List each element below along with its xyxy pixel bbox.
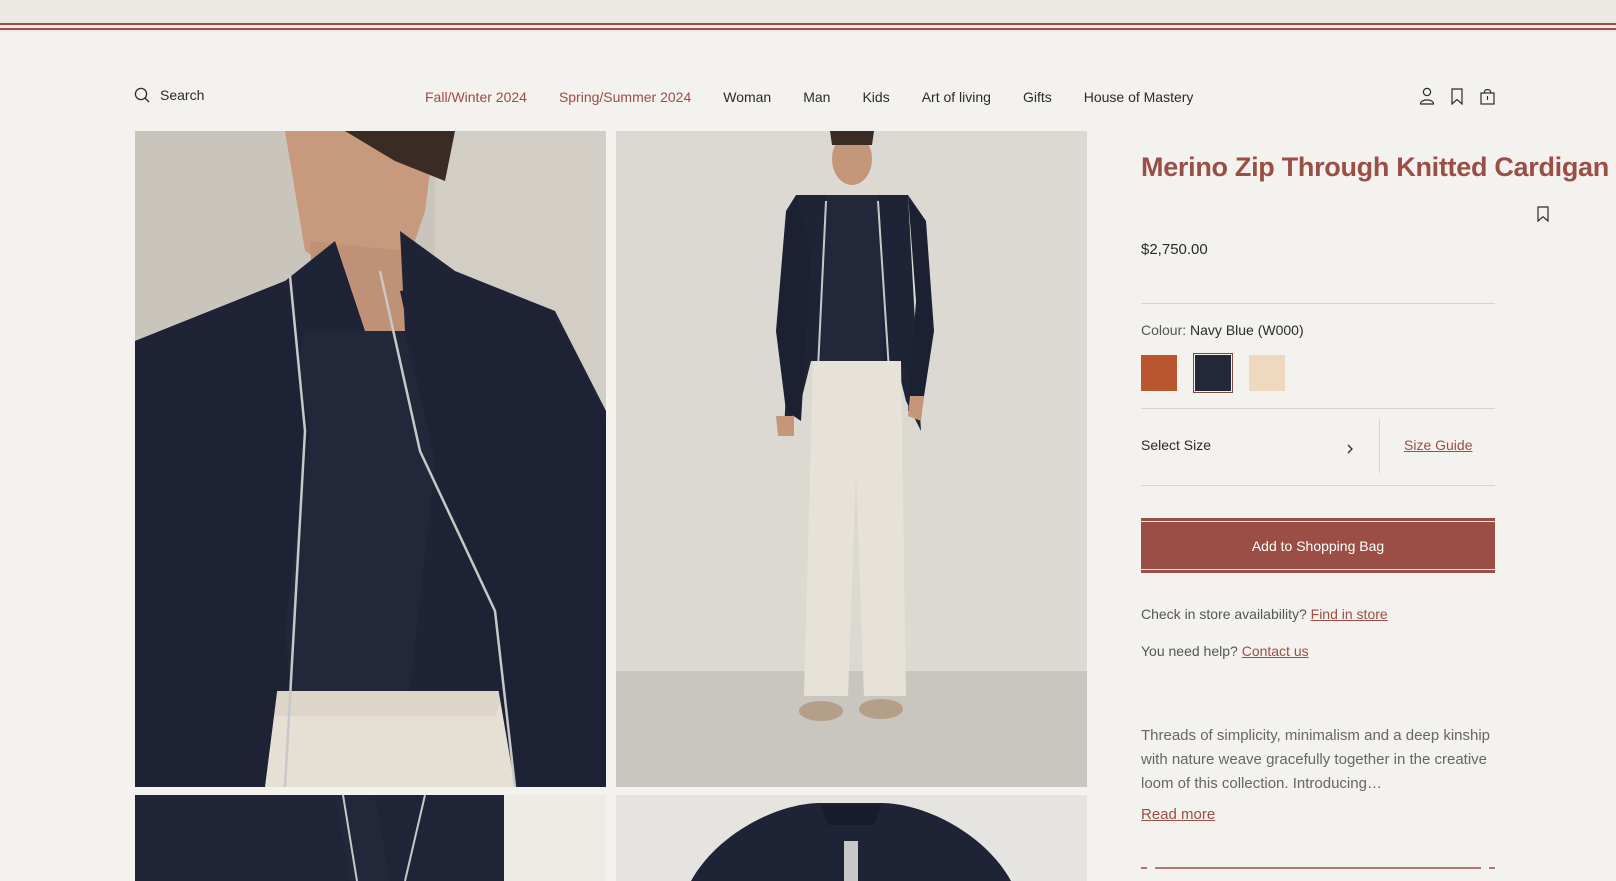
colour-label: Colour: <box>1141 322 1187 338</box>
photo-model-closeup <box>135 131 606 787</box>
accordion-divider <box>1141 867 1495 869</box>
vertical-divider <box>1379 419 1380 473</box>
swatch-navy[interactable] <box>1193 353 1233 393</box>
read-more-link[interactable]: Read more <box>1141 806 1215 823</box>
photo-flatlay-collar <box>616 795 1087 881</box>
find-in-store-link[interactable]: Find in store <box>1311 606 1388 622</box>
main-nav: Fall/Winter 2024 Spring/Summer 2024 Woma… <box>425 89 1193 105</box>
chevron-right-icon[interactable] <box>1346 442 1354 460</box>
banner-line <box>0 28 1616 30</box>
button-accent-line <box>1141 521 1495 522</box>
divider <box>1141 303 1495 304</box>
product-panel: Merino Zip Through Knitted Cardigan $2,7… <box>1141 131 1611 869</box>
size-guide-link[interactable]: Size Guide <box>1404 437 1472 453</box>
top-banner <box>0 0 1616 32</box>
nav-item-fall-winter-2024[interactable]: Fall/Winter 2024 <box>425 89 527 105</box>
product-description: Threads of simplicity, minimalism and a … <box>1141 727 1491 792</box>
account-icon[interactable] <box>1418 86 1436 106</box>
photo-collar-detail <box>135 795 504 881</box>
nav-item-house-of-mastery[interactable]: House of Mastery <box>1084 89 1194 105</box>
product-price: $2,750.00 <box>1141 241 1208 258</box>
photo-model-full <box>616 131 1087 787</box>
search-label: Search <box>160 87 205 103</box>
colour-value: Navy Blue (W000) <box>1190 322 1304 338</box>
store-prompt: Check in store availability? <box>1141 606 1307 622</box>
wishlist-icon[interactable] <box>1448 86 1466 106</box>
nav-item-woman[interactable]: Woman <box>723 89 771 105</box>
store-availability: Check in store availability? Find in sto… <box>1141 606 1388 622</box>
search-icon <box>134 87 150 103</box>
select-size-dropdown[interactable]: Select Size <box>1141 437 1211 453</box>
nav-item-art-of-living[interactable]: Art of living <box>922 89 991 105</box>
product-title: Merino Zip Through Knitted Cardigan <box>1141 152 1609 182</box>
add-to-bag-label: Add to Shopping Bag <box>1251 537 1385 554</box>
site-header: Search Fall/Winter 2024 Spring/Summer 20… <box>0 80 1616 116</box>
swatch-rust[interactable] <box>1141 355 1177 391</box>
divider <box>1141 408 1495 409</box>
colour-swatches <box>1141 353 1285 393</box>
product-photo-detail[interactable] <box>135 795 504 881</box>
help-prompt: You need help? <box>1141 643 1238 659</box>
colour-row: Colour: Navy Blue (W000) <box>1141 322 1304 338</box>
nav-item-spring-summer-2024[interactable]: Spring/Summer 2024 <box>559 89 691 105</box>
bookmark-icon[interactable] <box>1537 206 1549 227</box>
swatch-cream[interactable] <box>1249 355 1285 391</box>
product-photo-closeup[interactable] <box>135 131 606 787</box>
contact-us-link[interactable]: Contact us <box>1242 643 1309 659</box>
button-accent-line <box>1141 569 1495 570</box>
nav-item-gifts[interactable]: Gifts <box>1023 89 1052 105</box>
search-button[interactable]: Search <box>134 87 204 103</box>
banner-line <box>0 23 1616 25</box>
product-photo-full-body[interactable] <box>616 131 1087 787</box>
nav-item-kids[interactable]: Kids <box>862 89 889 105</box>
product-photo-flatlay[interactable] <box>616 795 1087 881</box>
help-row: You need help? Contact us <box>1141 643 1309 659</box>
add-to-bag-button[interactable]: Add to Shopping Bag <box>1141 518 1495 573</box>
nav-item-man[interactable]: Man <box>803 89 830 105</box>
header-icons <box>1418 86 1496 106</box>
divider <box>1141 485 1495 486</box>
shopping-bag-icon[interactable] <box>1478 86 1496 106</box>
product-photo-detail-bg <box>504 795 606 881</box>
